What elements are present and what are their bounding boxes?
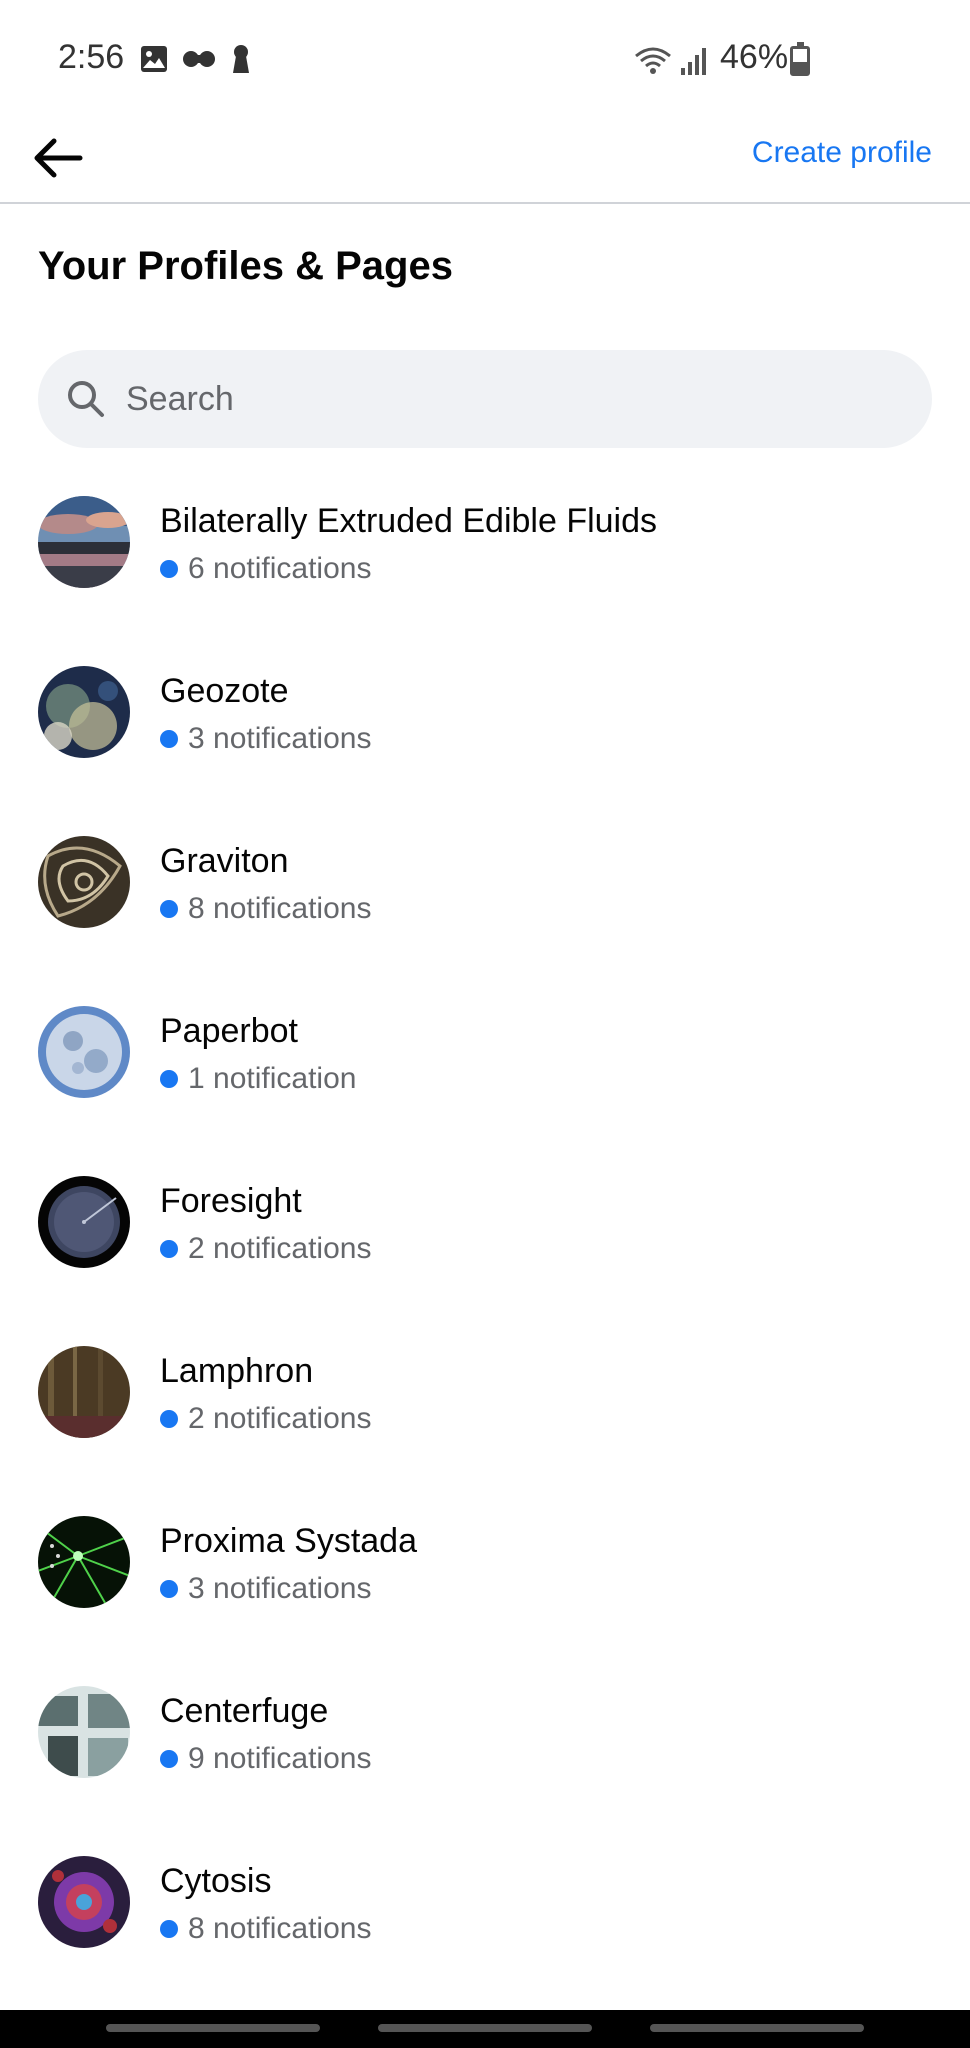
- avatar: [38, 1346, 130, 1438]
- notification-dot-icon: [160, 1750, 178, 1768]
- profile-item[interactable]: Centerfuge 9 notifications: [0, 1682, 970, 1852]
- notification-dot-icon: [160, 560, 178, 578]
- notification-count: 3 notifications: [160, 722, 371, 756]
- notification-text: 2 notifications: [188, 1232, 372, 1265]
- notification-text: 8 notifications: [188, 892, 372, 925]
- notification-dot-icon: [160, 1070, 178, 1088]
- avatar: [38, 1006, 130, 1098]
- back-button[interactable]: [28, 128, 88, 188]
- notification-count: 1 notification: [160, 1062, 356, 1096]
- profile-name: Lamphron: [160, 1352, 314, 1390]
- wifi-icon: [635, 47, 671, 74]
- profile-list: Bilaterally Extruded Edible Fluids 6 not…: [0, 492, 970, 2022]
- profile-name: Foresight: [160, 1182, 302, 1220]
- voicemail-icon: [183, 51, 215, 67]
- profile-name: Proxima Systada: [160, 1522, 417, 1560]
- profile-name: Graviton: [160, 842, 289, 880]
- nav-recents-handle[interactable]: [106, 2024, 320, 2032]
- notification-text: 6 notifications: [188, 552, 372, 585]
- notification-dot-icon: [160, 1580, 178, 1598]
- battery-percent: 46%: [720, 38, 789, 76]
- avatar: [38, 1516, 130, 1608]
- profile-item[interactable]: Lamphron 2 notifications: [0, 1342, 970, 1512]
- notification-text: 9 notifications: [188, 1742, 372, 1775]
- notification-count: 8 notifications: [160, 892, 371, 926]
- app-bar: Create profile: [0, 120, 970, 204]
- system-navigation-bar: [0, 2010, 970, 2048]
- notification-dot-icon: [160, 1920, 178, 1938]
- keyhole-icon: [233, 45, 249, 73]
- notification-dot-icon: [160, 1410, 178, 1428]
- status-time: 2:56: [58, 38, 125, 76]
- avatar: [38, 1176, 130, 1268]
- notification-dot-icon: [160, 1240, 178, 1258]
- profile-item[interactable]: Paperbot 1 notification: [0, 1002, 970, 1172]
- profile-name: Paperbot: [160, 1012, 298, 1050]
- notification-dot-icon: [160, 900, 178, 918]
- nav-home-handle[interactable]: [378, 2024, 592, 2032]
- profile-name: Centerfuge: [160, 1692, 329, 1730]
- avatar: [38, 836, 130, 928]
- image-icon: [141, 46, 167, 72]
- notification-text: 2 notifications: [188, 1402, 372, 1435]
- signal-icon: [681, 48, 706, 75]
- profile-item[interactable]: Cytosis 8 notifications: [0, 1852, 970, 2022]
- search-icon: [68, 381, 104, 417]
- profile-name: Geozote: [160, 672, 289, 710]
- avatar: [38, 666, 130, 758]
- search-bar[interactable]: [38, 350, 932, 448]
- back-arrow-icon: [34, 138, 83, 178]
- notification-text: 3 notifications: [188, 1572, 372, 1605]
- notification-dot-icon: [160, 730, 178, 748]
- avatar: [38, 1856, 130, 1948]
- profile-name: Cytosis: [160, 1862, 272, 1900]
- nav-back-handle[interactable]: [650, 2024, 864, 2032]
- status-bar: 2:56 46%: [0, 0, 970, 120]
- search-input[interactable]: [126, 379, 886, 419]
- page-title: Your Profiles & Pages: [38, 244, 453, 288]
- notification-text: 8 notifications: [188, 1912, 372, 1945]
- notification-count: 6 notifications: [160, 552, 371, 586]
- profile-item[interactable]: Graviton 8 notifications: [0, 832, 970, 1002]
- profile-item[interactable]: Proxima Systada 3 notifications: [0, 1512, 970, 1682]
- notification-count: 8 notifications: [160, 1912, 371, 1946]
- battery-icon: [790, 42, 810, 76]
- notification-count: 3 notifications: [160, 1572, 371, 1606]
- avatar: [38, 1686, 130, 1778]
- profile-item[interactable]: Geozote 3 notifications: [0, 662, 970, 832]
- avatar: [38, 496, 130, 588]
- create-profile-button[interactable]: Create profile: [752, 136, 932, 170]
- profile-name: Bilaterally Extruded Edible Fluids: [160, 502, 658, 540]
- notification-count: 2 notifications: [160, 1232, 371, 1266]
- notification-text: 1 notification: [188, 1062, 357, 1095]
- notification-count: 9 notifications: [160, 1742, 371, 1776]
- profile-item[interactable]: Foresight 2 notifications: [0, 1172, 970, 1342]
- notification-text: 3 notifications: [188, 722, 372, 755]
- profile-item[interactable]: Bilaterally Extruded Edible Fluids 6 not…: [0, 492, 970, 662]
- notification-count: 2 notifications: [160, 1402, 371, 1436]
- status-icons-left: [140, 44, 252, 74]
